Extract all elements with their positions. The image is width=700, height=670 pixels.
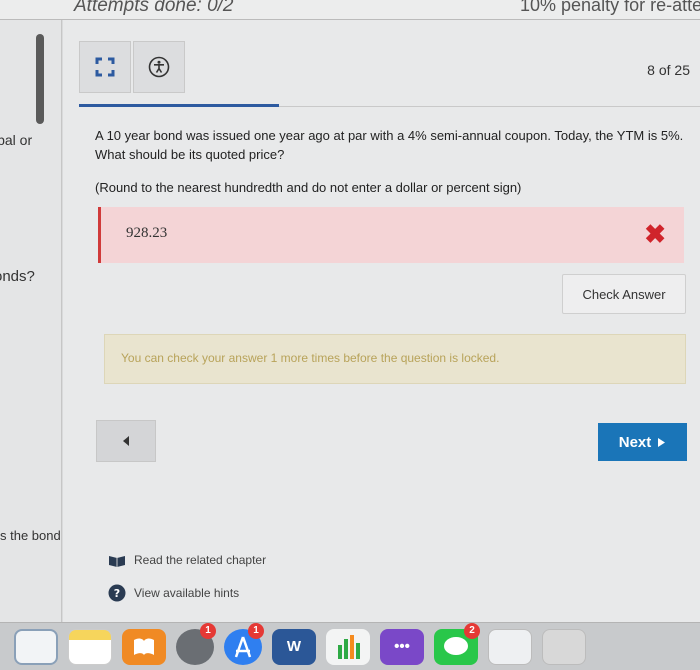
bar-chart-icon <box>338 634 360 659</box>
notification-badge: 1 <box>200 622 216 639</box>
calendar-app-icon[interactable]: 1 <box>176 622 216 665</box>
appstore-app-icon[interactable]: 1 <box>224 622 264 665</box>
messages-app-icon[interactable]: 2 <box>434 622 480 665</box>
next-button[interactable]: Next <box>598 423 687 461</box>
svg-text:?: ? <box>114 587 120 600</box>
accessibility-button[interactable] <box>133 41 185 93</box>
next-button-label: Next <box>618 433 652 451</box>
macos-dock: 1 1 W ••• 2 <box>0 622 700 670</box>
finder-window-icon[interactable] <box>488 628 532 665</box>
book-glyph-icon <box>134 637 154 655</box>
view-hints-label: View available hints <box>134 586 240 600</box>
question-counter: 8 of 25 <box>647 62 690 78</box>
launchpad-app-icon[interactable]: ••• <box>380 628 424 665</box>
notice-text: You can check your answer 1 more times b… <box>121 351 500 365</box>
attempts-notice: You can check your answer 1 more times b… <box>104 334 686 384</box>
previous-arrow-icon <box>123 436 129 446</box>
question-instruction: (Round to the nearest hundredth and do n… <box>95 180 522 195</box>
notes-app-icon[interactable] <box>68 628 112 665</box>
expand-button[interactable] <box>79 41 131 93</box>
penalty-notice: 10% penalty for re-attemp <box>520 0 700 15</box>
accessibility-icon <box>148 56 170 78</box>
left-content-panel: ipal or onds? s the bond <box>0 20 62 622</box>
check-answer-button[interactable]: Check Answer <box>562 274 686 314</box>
word-letter: W <box>286 638 302 655</box>
book-icon <box>109 556 125 567</box>
attempts-counter: Attempts done: 0/2 <box>74 0 234 16</box>
question-toolbar <box>79 41 185 93</box>
left-scrollbar[interactable] <box>36 34 44 124</box>
preview-app-icon[interactable] <box>14 628 58 665</box>
answer-area: ✖ <box>98 207 684 263</box>
left-text-snippet: ipal or <box>0 132 33 148</box>
misc-app-icon[interactable] <box>542 628 586 665</box>
view-hints-link[interactable]: ? View available hints <box>108 584 239 602</box>
question-text: A 10 year bond was issued one year ago a… <box>95 128 684 162</box>
numbers-app-icon[interactable] <box>326 628 370 665</box>
incorrect-icon: ✖ <box>644 219 666 249</box>
books-app-icon[interactable] <box>122 628 166 665</box>
help-icon: ? <box>108 584 126 602</box>
read-chapter-link[interactable]: Read the related chapter <box>108 553 266 567</box>
next-arrow-icon <box>658 437 666 447</box>
previous-button[interactable] <box>96 420 156 462</box>
dots-icon: ••• <box>394 638 410 655</box>
notification-badge: 2 <box>464 622 480 639</box>
left-text-snippet: s the bond <box>0 528 61 543</box>
word-app-icon[interactable]: W <box>272 628 316 665</box>
expand-icon <box>95 57 115 77</box>
question-panel: 8 of 25 A 10 year bond was issued one ye… <box>63 20 700 622</box>
left-text-snippet: onds? <box>0 268 35 285</box>
notification-badge: 1 <box>248 622 264 639</box>
read-chapter-label: Read the related chapter <box>134 553 267 567</box>
progress-indicator <box>79 104 279 107</box>
answer-field[interactable] <box>110 218 580 248</box>
top-status-strip: Attempts done: 0/2 10% penalty for re-at… <box>0 0 700 20</box>
